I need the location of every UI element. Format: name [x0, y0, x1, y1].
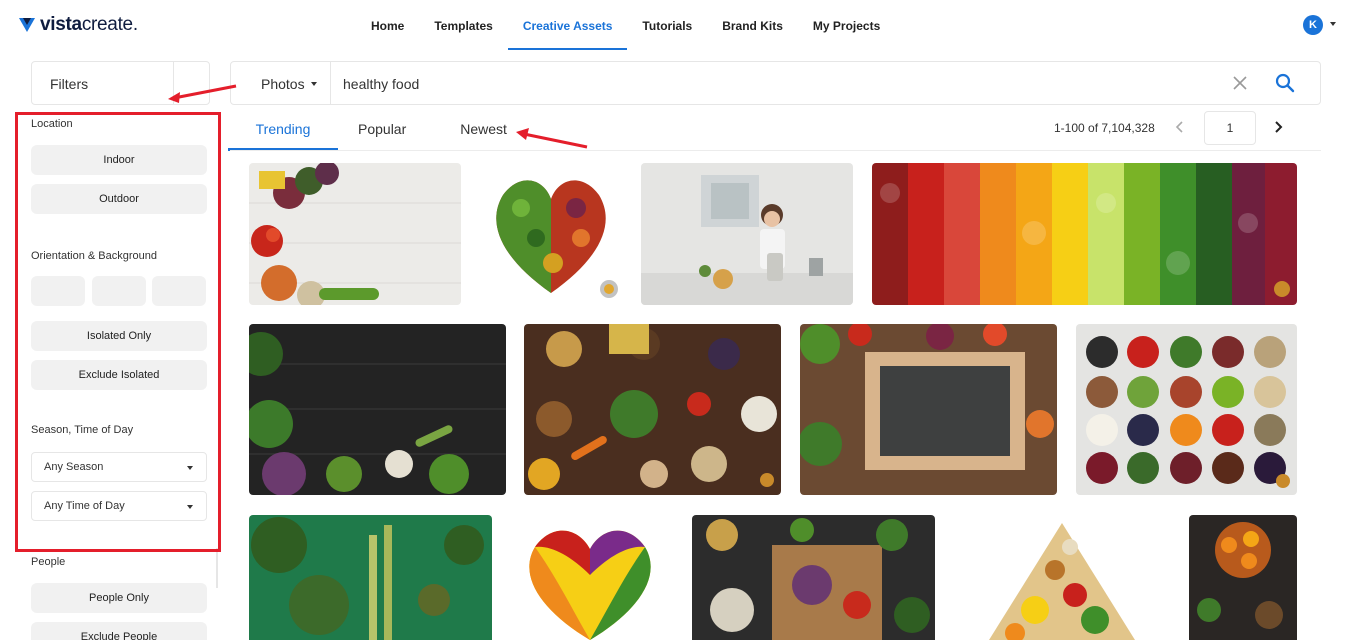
photo-result[interactable] [481, 163, 622, 305]
premium-badge-icon [604, 284, 614, 294]
photo-vegetables-flatlay-wood [524, 324, 781, 495]
search-divider [330, 62, 331, 104]
premium-badge-icon [1274, 281, 1290, 297]
results-count: 1-100 of 7,104,328 [1054, 121, 1155, 135]
season-select[interactable]: Any Season [31, 452, 207, 482]
logo-text-suffix: . [132, 14, 138, 35]
sidebar-scrollbar[interactable] [216, 548, 218, 588]
nav-home[interactable]: Home [356, 0, 419, 52]
nav-tutorials[interactable]: Tutorials [627, 0, 707, 52]
photo-result[interactable] [249, 515, 492, 640]
photo-result[interactable] [800, 324, 1057, 495]
nav-templates[interactable]: Templates [419, 0, 507, 52]
photo-result[interactable] [524, 324, 781, 495]
page-number-input[interactable]: 1 [1204, 111, 1256, 145]
photo-vegetables-on-board [692, 515, 935, 640]
photo-result[interactable] [955, 515, 1169, 640]
filters-label: Filters [50, 76, 89, 92]
caret-down-icon [187, 505, 193, 509]
tab-trending[interactable]: Trending [228, 108, 338, 151]
time-of-day-select[interactable]: Any Time of Day [31, 491, 207, 521]
photo-result[interactable] [872, 163, 1297, 305]
main-nav: Home Templates Creative Assets Tutorials… [356, 0, 895, 52]
logo-icon [19, 18, 35, 32]
orientation-square-button[interactable] [31, 276, 85, 306]
premium-badge-icon [1276, 474, 1290, 488]
filters-divider [173, 62, 174, 104]
photo-chalkboard-frame-vegetables [800, 324, 1057, 495]
location-title: Location [31, 118, 73, 130]
photo-food-pyramid [955, 515, 1169, 640]
annotation-arrow-icon [516, 128, 588, 149]
tabs-divider [230, 150, 1321, 151]
orientation-vertical-button[interactable] [152, 276, 206, 306]
search-input[interactable] [343, 74, 1203, 94]
avatar[interactable]: K [1303, 15, 1323, 35]
caret-down-icon [187, 466, 193, 470]
search-icon[interactable] [1275, 73, 1295, 93]
orientation-title: Orientation & Background [31, 250, 157, 262]
photo-result[interactable] [641, 163, 853, 305]
photo-greens-on-green-background [249, 515, 492, 640]
photo-vegetables-on-dark-wood [249, 324, 506, 495]
time-of-day-select-value: Any Time of Day [44, 500, 125, 512]
filter-indoor-button[interactable]: Indoor [31, 145, 207, 175]
tab-newest[interactable]: Newest [460, 108, 507, 150]
logo-text: vistacreate. [40, 14, 138, 36]
chevron-left-icon[interactable] [1174, 120, 1186, 134]
logo-text-bold: vista [40, 14, 82, 35]
filter-exclude-people-button[interactable]: Exclude People [31, 622, 207, 640]
filter-outdoor-button[interactable]: Outdoor [31, 184, 207, 214]
logo[interactable]: vistacreate. [18, 14, 138, 36]
season-select-value: Any Season [44, 461, 104, 473]
filters-toggle[interactable]: Filters [31, 61, 210, 105]
caret-down-icon [310, 82, 317, 86]
tab-popular[interactable]: Popular [358, 108, 406, 150]
photo-result[interactable] [249, 163, 461, 305]
asset-type-label: Photos [261, 76, 305, 92]
photo-vegetables-corner-white-table [249, 163, 461, 305]
photo-result[interactable] [692, 515, 935, 640]
filters-sidebar: Location Indoor Outdoor Orientation & Ba… [31, 112, 215, 640]
photo-result[interactable] [1189, 515, 1297, 640]
photo-vegetable-heart [481, 163, 622, 305]
filter-isolated-only-button[interactable]: Isolated Only [31, 321, 207, 351]
photo-result[interactable] [249, 324, 506, 495]
nav-my-projects[interactable]: My Projects [798, 0, 895, 52]
photo-result[interactable] [1076, 324, 1297, 495]
close-icon[interactable] [1232, 75, 1248, 91]
sort-tabs: Trending Popular Newest [228, 108, 507, 151]
people-title: People [31, 556, 66, 568]
photo-rainbow-fruit-heart [510, 515, 671, 640]
top-bar: vistacreate. Home Templates Creative Ass… [0, 0, 1349, 52]
premium-badge-icon [760, 473, 774, 487]
season-title: Season, Time of Day [31, 424, 134, 436]
photo-oranges-dark-background [1189, 515, 1297, 640]
nav-brand-kits[interactable]: Brand Kits [707, 0, 798, 52]
filter-people-only-button[interactable]: People Only [31, 583, 207, 613]
nav-creative-assets[interactable]: Creative Assets [507, 0, 628, 52]
photo-result[interactable] [510, 515, 671, 640]
logo-text-light: create [81, 14, 133, 35]
account-caret-down-icon[interactable] [1330, 22, 1336, 26]
search-bar: Photos [230, 61, 1321, 105]
asset-type-dropdown[interactable]: Photos [261, 76, 317, 92]
photo-superfood-bowls [1076, 324, 1297, 495]
photo-woman-in-kitchen [641, 163, 853, 305]
photo-fruit-strips-rainbow [872, 163, 1297, 305]
orientation-horizontal-button[interactable] [92, 276, 146, 306]
chevron-right-icon[interactable] [1272, 120, 1284, 134]
filter-exclude-isolated-button[interactable]: Exclude Isolated [31, 360, 207, 390]
